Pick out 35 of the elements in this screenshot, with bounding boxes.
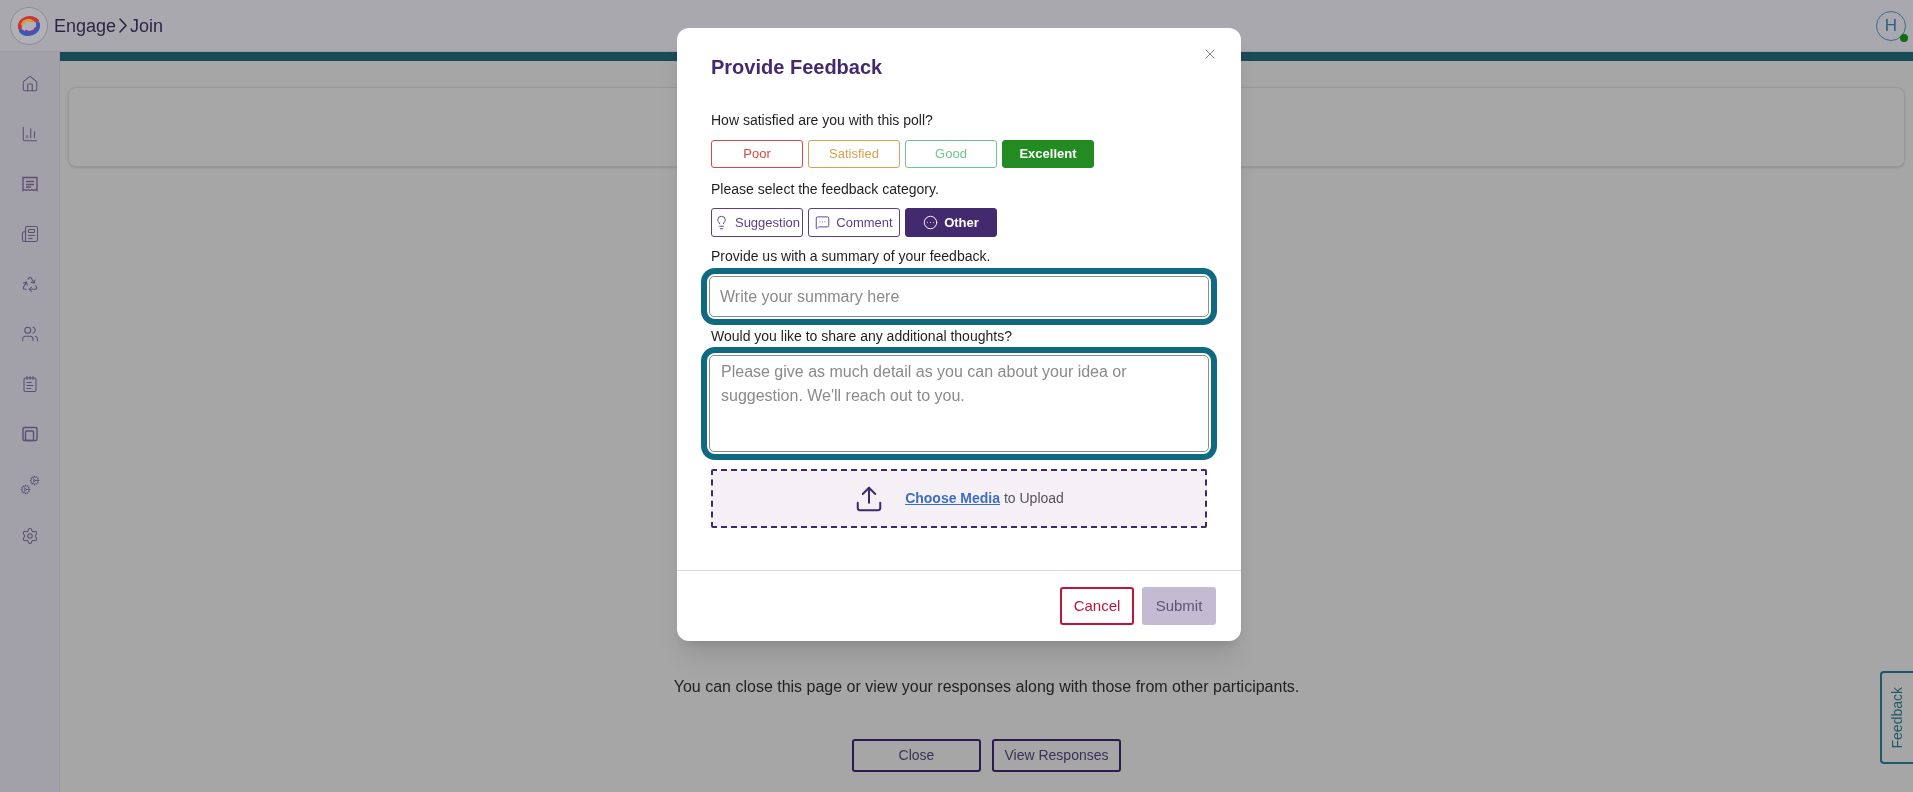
comment-icon	[815, 215, 831, 230]
page-button[interactable]: View Responses	[992, 739, 1121, 772]
upload-text: Choose Media to Upload	[905, 489, 1064, 508]
question-label: How satisfied are you with this poll?	[711, 111, 934, 129]
rating-option[interactable]: Excellent	[1002, 140, 1094, 168]
page-button[interactable]: Close	[852, 739, 981, 772]
logo-icon[interactable]	[10, 6, 48, 45]
recycle-icon[interactable]	[20, 275, 39, 293]
category-option[interactable]: Other	[905, 208, 997, 237]
list-icon[interactable]	[20, 375, 39, 393]
dialog-title: Provide Feedback	[711, 55, 884, 80]
breadcrumb-item: Join	[130, 14, 164, 38]
rating-option[interactable]: Poor	[711, 140, 803, 168]
cancel-button[interactable]: Cancel	[1060, 587, 1134, 625]
question-label: Provide us with a summary of your feedback.	[711, 247, 992, 265]
chevron-icon	[119, 18, 128, 33]
summary-field[interactable]: Write your summary here	[701, 268, 1217, 325]
users-icon[interactable]	[20, 325, 39, 343]
home-icon[interactable]	[20, 75, 39, 93]
question-label: Please select the feedback category.	[711, 180, 940, 198]
settings-icon[interactable]	[20, 527, 39, 545]
question-label: Would you like to share any additional thoughts?	[711, 327, 1013, 345]
breadcrumb-item[interactable]: Engage	[54, 13, 117, 38]
upload-dropzone[interactable]: Choose Media to Upload	[711, 469, 1207, 528]
ellipsis-circle-icon	[923, 215, 939, 230]
details-field[interactable]: Please give as much detail as you can about your idea or suggestion. We'll reach out to you.	[701, 347, 1217, 460]
frame-icon[interactable]	[20, 425, 39, 443]
choose-media-link[interactable]: Choose Media	[905, 490, 1001, 506]
category-option[interactable]: Suggestion	[711, 208, 803, 237]
receipt-icon[interactable]	[20, 175, 39, 193]
newspaper-icon[interactable]	[20, 225, 39, 243]
bar-chart-icon[interactable]	[20, 125, 39, 143]
gears-icon[interactable]	[19, 475, 40, 495]
feedback-tab[interactable]: Feedback	[1880, 671, 1913, 764]
category-option[interactable]: Comment	[808, 208, 900, 237]
